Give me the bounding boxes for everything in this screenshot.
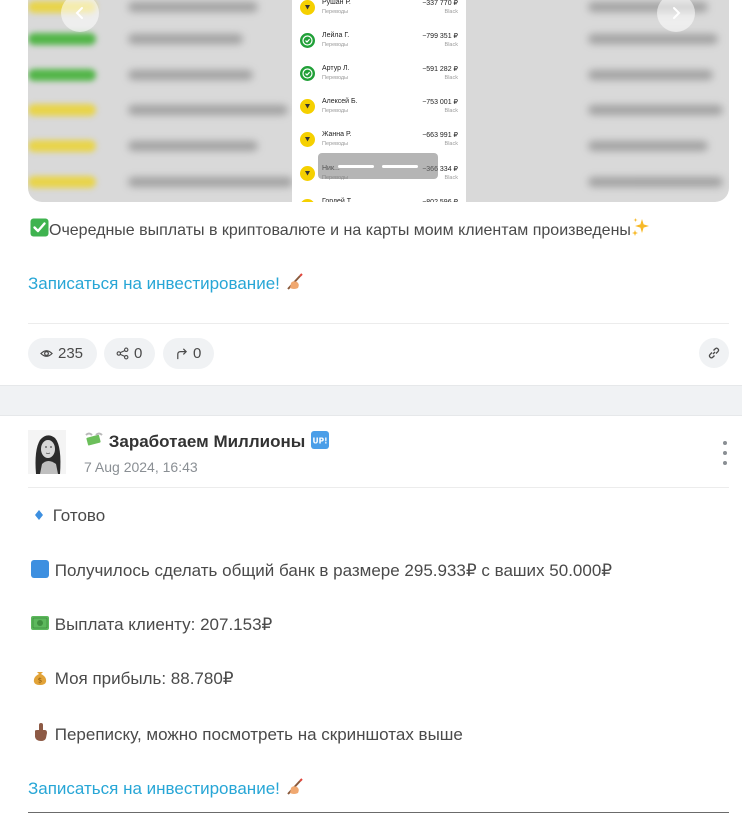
transaction-name: Лейла Г. xyxy=(322,32,350,39)
transaction-name: Жанна Р. xyxy=(322,131,352,138)
line-payout: Выплата клиенту: 207.153₽ xyxy=(30,614,272,637)
transaction-category: Переводы xyxy=(322,75,349,81)
transaction-name: Артур Л. xyxy=(322,65,350,72)
transaction-name: Гордей Т. xyxy=(322,198,353,202)
line-chat: Переписку, можно посмотреть на скриншота… xyxy=(30,722,463,747)
transaction-row: Гордей Т.Переводы−802 596 ₽Black xyxy=(292,192,466,202)
eye-icon xyxy=(40,350,53,357)
transaction-row: Лейла Г. Переводы −799 351 ₽ Black xyxy=(292,26,466,59)
transaction-amount: −591 282 ₽ xyxy=(422,66,458,73)
pointing-hand-emoji xyxy=(30,722,50,747)
up-badge-emoji: UP! xyxy=(310,431,330,454)
transaction-card: Black xyxy=(444,9,458,15)
transaction-amount: −663 991 ₽ xyxy=(422,132,458,139)
divider xyxy=(28,487,729,488)
transactions-screenshot: Рушан Р. Переводы −337 770 ₽ Black Лейла Г. П… xyxy=(292,0,466,202)
post-separator xyxy=(0,385,742,416)
check-mark-emoji xyxy=(30,218,49,242)
chevron-left-icon xyxy=(75,7,83,19)
pending-icon xyxy=(300,132,315,147)
transaction-category: Переводы xyxy=(322,141,349,147)
blue-square-emoji xyxy=(30,560,50,583)
transaction-card: Black xyxy=(444,141,458,147)
forward-button[interactable]: 0 xyxy=(163,338,214,369)
media-carousel[interactable]: Рушан Р. Переводы −337 770 ₽ Black Лейла Г. П… xyxy=(28,0,729,202)
money-bag-emoji: $ xyxy=(30,668,50,691)
transaction-amount: −753 001 ₽ xyxy=(422,99,458,106)
divider xyxy=(28,812,729,813)
line-profit: $ Моя прибыль: 88.780₽ xyxy=(30,668,234,691)
link-icon xyxy=(708,347,720,359)
svg-text:UP!: UP! xyxy=(313,437,328,446)
channel-avatar[interactable] xyxy=(28,430,66,474)
transaction-name: Рушан Р. xyxy=(322,0,351,6)
post-date: 7 Aug 2024, 16:43 xyxy=(84,459,198,475)
banknote-emoji xyxy=(30,614,50,637)
invest-signup-link-2[interactable]: Записаться на инвестирование! xyxy=(28,776,305,801)
transaction-row: Алексей Б. Переводы −753 001 ₽ Black xyxy=(292,92,466,125)
transaction-row: Артур Л. Переводы −591 282 ₽ Black xyxy=(292,59,466,92)
share-icon xyxy=(116,347,129,360)
transaction-card: Black xyxy=(444,175,458,181)
completed-icon xyxy=(300,66,315,81)
transaction-card: Black xyxy=(444,42,458,48)
transaction-amount: −337 770 ₽ xyxy=(422,0,458,7)
transaction-amount: −802 596 ₽ xyxy=(422,198,458,202)
divider xyxy=(28,323,729,324)
line-bank: Получилось сделать общий банк в размере … xyxy=(30,560,612,583)
transaction-category: Переводы xyxy=(322,42,349,48)
completed-icon xyxy=(300,33,315,48)
transaction-card: Black xyxy=(444,108,458,114)
blue-diamond-emoji xyxy=(30,507,48,528)
money-wings-emoji xyxy=(84,431,104,454)
chevron-right-icon xyxy=(673,7,681,19)
post-caption: Очередные выплаты в криптовалюте и на ка… xyxy=(30,217,651,242)
more-options-button[interactable] xyxy=(718,441,732,465)
transaction-card: Black xyxy=(444,75,458,81)
transaction-name: Алексей Б. xyxy=(322,98,358,105)
invest-signup-link[interactable]: Записаться на инвестирование! xyxy=(28,271,305,296)
pending-icon xyxy=(300,199,315,202)
transaction-category: Переводы xyxy=(322,108,349,114)
more-vertical-icon xyxy=(723,441,727,445)
writing-hand-emoji xyxy=(285,776,305,801)
pending-icon xyxy=(300,166,315,181)
copy-link-button[interactable] xyxy=(699,338,729,368)
transaction-category: Переводы xyxy=(322,9,349,15)
transaction-row: Рушан Р. Переводы −337 770 ₽ Black xyxy=(292,0,466,26)
forward-icon xyxy=(177,348,187,360)
svg-text:$: $ xyxy=(38,677,42,685)
pending-icon xyxy=(300,0,315,15)
writing-hand-emoji xyxy=(285,271,305,296)
line-ready: Готово xyxy=(30,506,105,528)
share-button[interactable]: 0 xyxy=(104,338,155,369)
channel-title[interactable]: Заработаем Миллионы UP! xyxy=(84,431,330,454)
transaction-amount: −799 351 ₽ xyxy=(422,33,458,40)
pending-icon xyxy=(300,99,315,114)
views-counter: 235 xyxy=(28,338,97,369)
carousel-indicator xyxy=(318,153,438,179)
sparkles-emoji xyxy=(631,217,651,242)
